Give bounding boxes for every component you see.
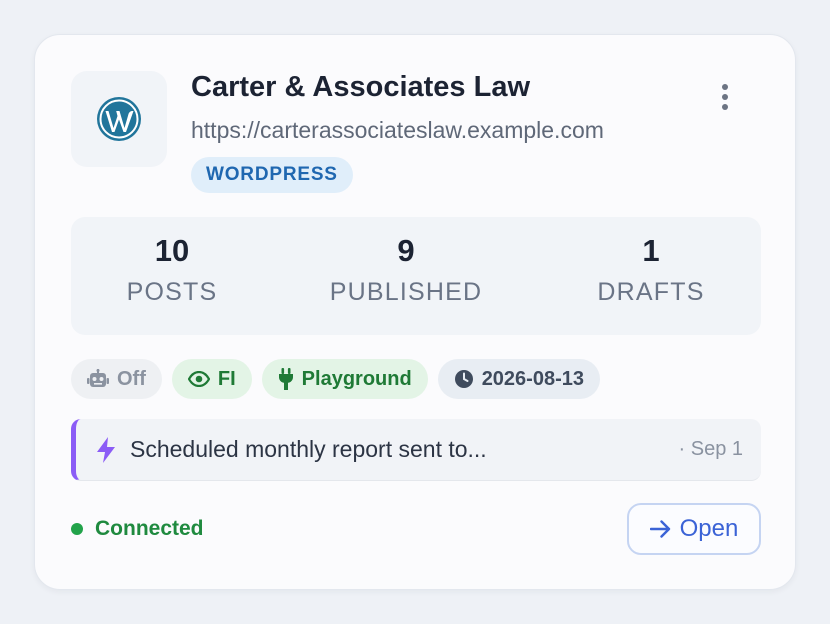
site-url[interactable]: https://carterassociateslaw.example.com bbox=[191, 117, 604, 144]
status-dot bbox=[71, 523, 83, 535]
clock-icon bbox=[454, 370, 473, 388]
stat-posts: 10 POSTS bbox=[72, 217, 272, 307]
activity-text: Scheduled monthly report sent to... bbox=[130, 436, 487, 462]
arrow-right-icon bbox=[649, 520, 670, 538]
wordpress-icon bbox=[97, 97, 141, 141]
connection-status: Connected bbox=[71, 515, 204, 543]
robot-icon bbox=[87, 369, 109, 387]
stats-panel: 10 POSTS 9 PUBLISHED 1 DRAFTS bbox=[71, 217, 761, 335]
feature-chips: Off FI Playground 2026-08-13 bbox=[71, 359, 600, 399]
open-button[interactable]: Open bbox=[627, 503, 761, 555]
more-options-button[interactable] bbox=[711, 81, 739, 113]
site-logo bbox=[71, 71, 167, 167]
date-label: 2026-08-13 bbox=[481, 367, 584, 390]
playground-label: Playground bbox=[301, 367, 412, 390]
eye-icon bbox=[187, 371, 210, 387]
status-label: Connected bbox=[95, 517, 204, 540]
stat-value: 9 bbox=[397, 233, 415, 268]
stat-label: PUBLISHED bbox=[329, 278, 483, 306]
stat-label: DRAFTS bbox=[597, 278, 705, 306]
stat-published: 9 PUBLISHED bbox=[306, 217, 506, 307]
kebab-menu-icon bbox=[722, 84, 728, 90]
fi-chip[interactable]: FI bbox=[171, 359, 252, 399]
stat-value: 1 bbox=[642, 233, 660, 268]
date-chip[interactable]: 2026-08-13 bbox=[437, 359, 600, 399]
ai-status-chip[interactable]: Off bbox=[71, 359, 162, 399]
stat-label: POSTS bbox=[126, 278, 218, 306]
stat-value: 10 bbox=[154, 233, 190, 268]
platform-badge: WORDPRESS bbox=[191, 157, 353, 193]
activity-date: · Sep 1 bbox=[678, 438, 743, 460]
plug-icon bbox=[278, 368, 293, 390]
fi-label: FI bbox=[217, 367, 236, 390]
site-card: Carter & Associates Law https://carteras… bbox=[34, 34, 796, 590]
latest-activity[interactable]: Scheduled monthly report sent to... · Se… bbox=[71, 419, 761, 481]
open-button-label: Open bbox=[679, 515, 739, 542]
stat-drafts: 1 DRAFTS bbox=[551, 217, 751, 307]
lightning-icon bbox=[97, 437, 115, 463]
ai-status-label: Off bbox=[117, 367, 146, 390]
site-name: Carter & Associates Law bbox=[191, 71, 531, 103]
playground-chip[interactable]: Playground bbox=[261, 359, 428, 399]
